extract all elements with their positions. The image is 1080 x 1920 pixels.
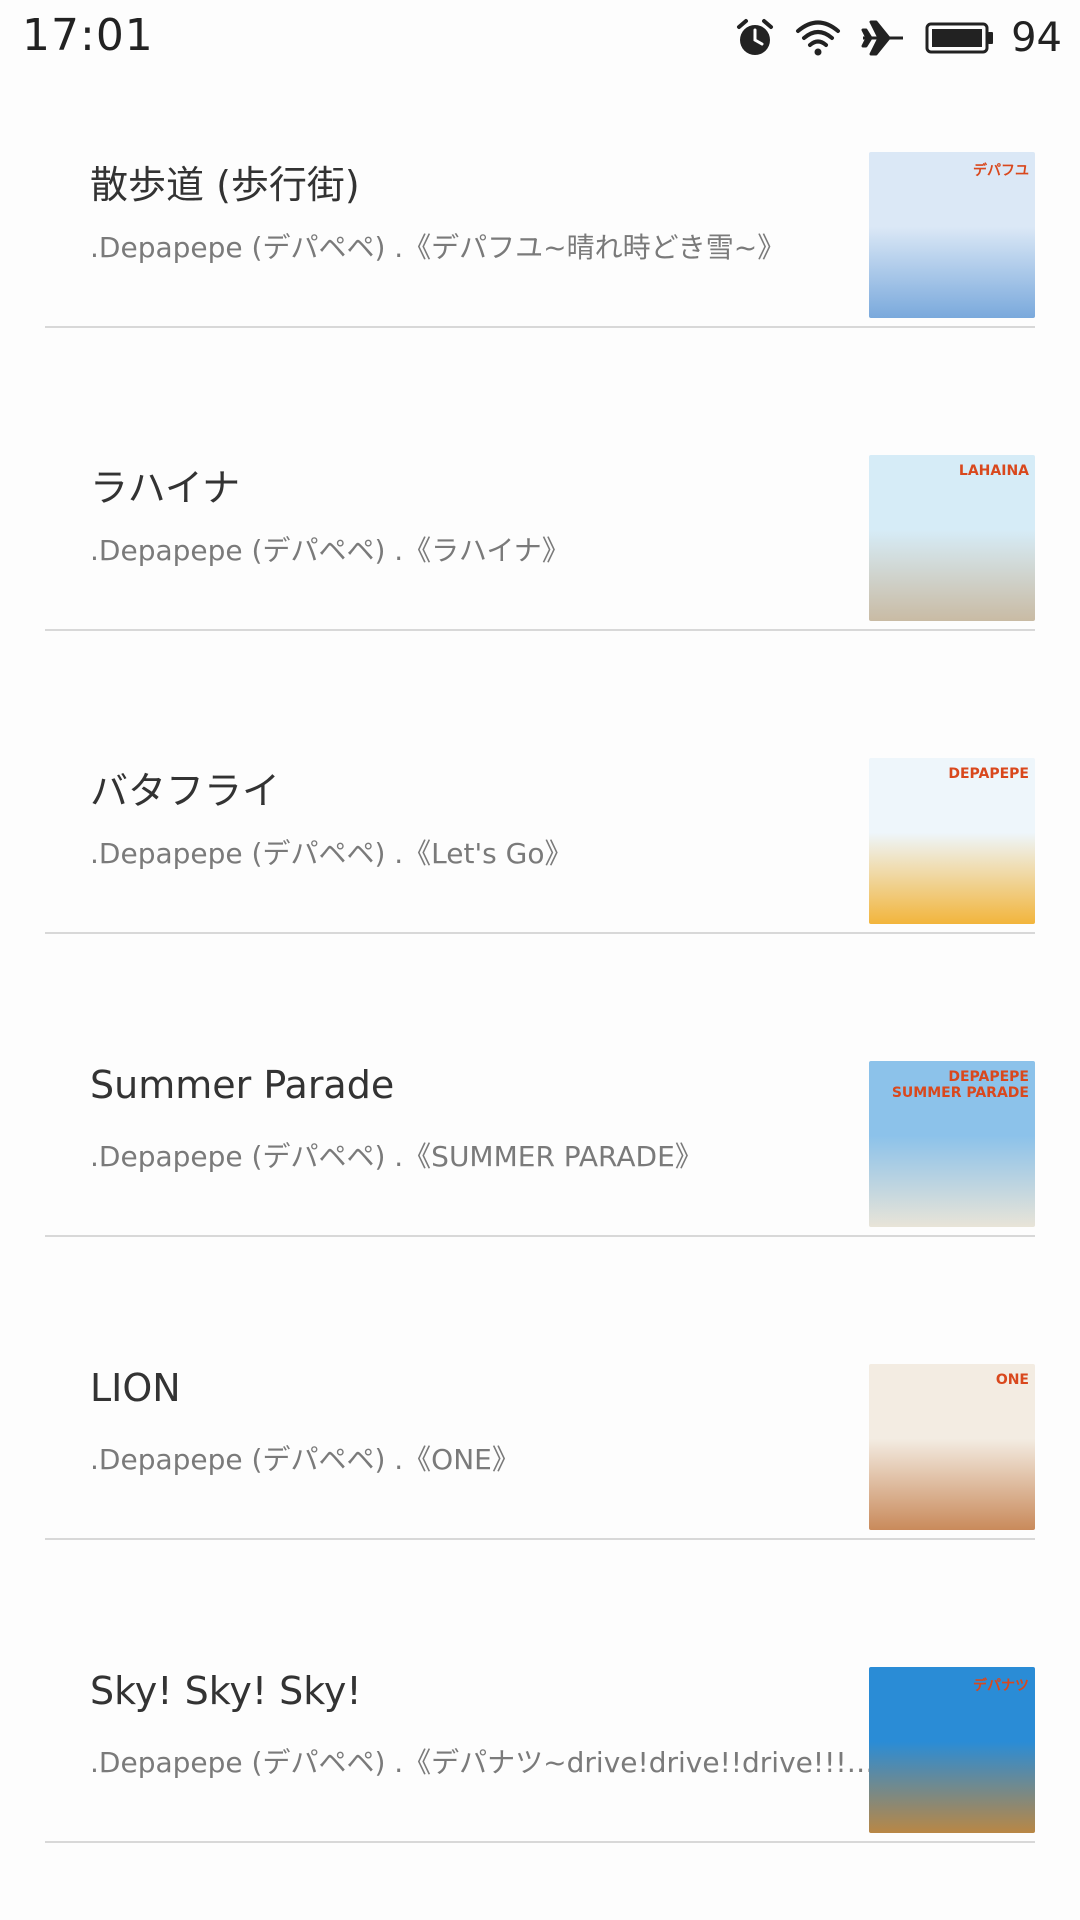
alarm-icon <box>735 18 775 58</box>
album-cover: ONE <box>869 1364 1035 1530</box>
wifi-icon <box>795 18 841 58</box>
album-cover-text: デパフユ <box>973 163 1029 179</box>
divider <box>45 326 1035 328</box>
album-cover-text: DEPAPEPE SUMMER PARADE <box>891 1069 1029 1101</box>
song-list-item[interactable]: 散歩道 (歩行街) .Depapepe (デパペペ) .《デパフユ~晴れ時どき雪~… <box>45 110 1035 328</box>
album-cover: DEPAPEPE SUMMER PARADE <box>869 1061 1035 1227</box>
album-cover: LAHAINA <box>869 455 1035 621</box>
battery-level: 94 <box>1011 15 1062 61</box>
status-bar: 17:01 94 <box>0 0 1080 76</box>
divider <box>45 629 1035 631</box>
song-list-item[interactable]: Summer Parade .Depapepe (デパペペ) .《SUMMER P… <box>45 1019 1035 1237</box>
album-cover: DEPAPEPE <box>869 758 1035 924</box>
album-cover: デパフユ <box>869 152 1035 318</box>
song-list-item[interactable]: ラハイナ .Depapepe (デパペペ) .《ラハイナ》 LAHAINA <box>45 413 1035 631</box>
divider <box>45 1841 1035 1843</box>
song-artist-album: .Depapepe (デパペペ) .《Let's Go》 <box>90 837 573 870</box>
song-title: LION <box>90 1366 181 1410</box>
status-time: 17:01 <box>22 10 154 61</box>
song-artist-album: .Depapepe (デパペペ) .《デパフユ~晴れ時どき雪~》 <box>90 231 786 264</box>
song-title: ラハイナ <box>90 466 241 510</box>
song-title: バタフライ <box>90 769 281 813</box>
airplane-icon <box>861 18 905 58</box>
album-cover-text: ONE <box>995 1372 1029 1388</box>
album-cover-text: デパナツ <box>973 1678 1029 1694</box>
song-artist-album: .Depapepe (デパペペ) .《デパナツ~drive!drive!!dri… <box>90 1746 890 1779</box>
album-cover-text: LAHAINA <box>958 463 1029 479</box>
divider <box>45 1538 1035 1540</box>
song-list-item[interactable]: Sky! Sky! Sky! .Depapepe (デパペペ) .《デパナツ~dr… <box>45 1625 1035 1843</box>
song-list-item[interactable]: LION .Depapepe (デパペペ) .《ONE》 ONE <box>45 1322 1035 1540</box>
song-artist-album: .Depapepe (デパペペ) .《ラハイナ》 <box>90 534 570 567</box>
divider <box>45 932 1035 934</box>
battery-icon <box>925 20 995 56</box>
song-title: Sky! Sky! Sky! <box>90 1669 362 1713</box>
song-artist-album: .Depapepe (デパペペ) .《ONE》 <box>90 1443 520 1476</box>
song-title: Summer Parade <box>90 1063 395 1107</box>
album-cover-text: DEPAPEPE <box>948 766 1029 782</box>
divider <box>45 1235 1035 1237</box>
song-list-item[interactable]: バタフライ .Depapepe (デパペペ) .《Let's Go》 DEPAPEP… <box>45 716 1035 934</box>
status-icons: 94 <box>735 14 1062 62</box>
song-title: 散歩道 (歩行街) <box>90 163 360 207</box>
album-cover: デパナツ <box>869 1667 1035 1833</box>
song-artist-album: .Depapepe (デパペペ) .《SUMMER PARADE》 <box>90 1140 703 1173</box>
